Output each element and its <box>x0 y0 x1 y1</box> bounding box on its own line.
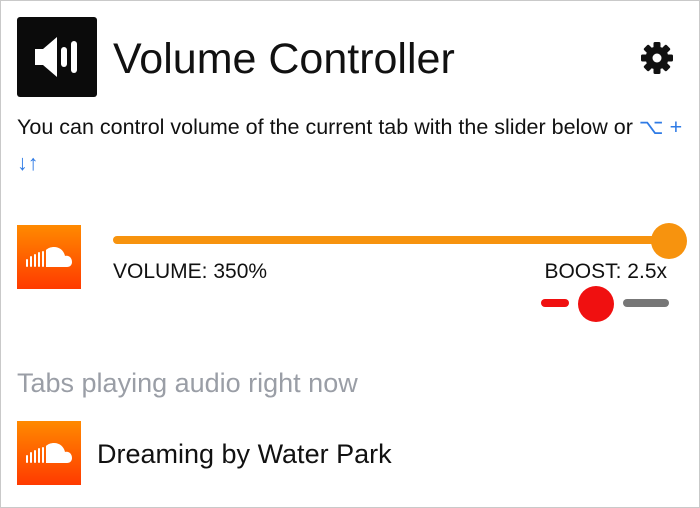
current-tab-favicon <box>17 225 81 289</box>
boost-slider-fill[interactable] <box>541 299 569 307</box>
boost-slider-thumb[interactable] <box>578 286 614 322</box>
instructions-body: You can control volume of the current ta… <box>17 115 639 139</box>
tabs-section-heading: Tabs playing audio right now <box>17 368 358 398</box>
app-logo <box>17 17 97 97</box>
volume-readout: VOLUME: 350% <box>113 260 268 283</box>
popup-window: Volume Controller You can control volume… <box>0 0 700 508</box>
boost-slider-track[interactable] <box>623 299 669 307</box>
boost-readout: BOOST: 2.5x <box>544 260 667 283</box>
soundcloud-icon <box>26 247 72 267</box>
gear-icon[interactable] <box>640 41 674 75</box>
tab-item-title[interactable]: Dreaming by Water Park <box>97 438 392 470</box>
instructions-text: You can control volume of the current ta… <box>17 109 685 181</box>
speaker-icon <box>35 37 77 77</box>
app-title: Volume Controller <box>113 35 455 83</box>
volume-slider-track[interactable] <box>113 236 669 244</box>
soundcloud-icon <box>26 443 72 463</box>
tab-item-favicon[interactable] <box>17 421 81 485</box>
volume-slider-thumb[interactable] <box>651 223 687 259</box>
